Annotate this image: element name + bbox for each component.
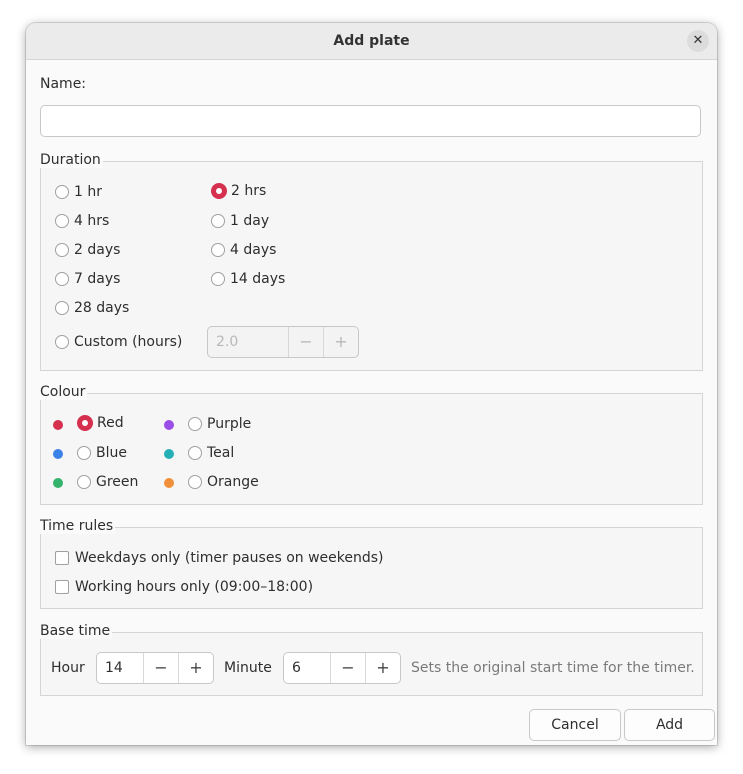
hour-value[interactable]: 14 [97,653,143,683]
add-plate-dialog: Add plate ✕ Name: Duration 1 hr 2 hrs 4 … [26,23,717,745]
colour-radio-orange[interactable]: Orange [188,474,259,490]
radio-unchecked-icon [77,475,91,489]
radio-checked-icon [211,183,227,199]
minus-icon: − [288,327,323,357]
duration-radio-1hr[interactable]: 1 hr [55,184,102,200]
radio-unchecked-icon [188,446,202,460]
minute-spinner: 6 − + [283,652,401,684]
titlebar: Add plate ✕ [26,23,717,60]
colour-radio-green[interactable]: Green [77,474,138,490]
duration-radio-7days[interactable]: 7 days [55,271,120,287]
add-button[interactable]: Add [624,709,715,741]
hour-spinner: 14 − + [96,652,214,684]
checkbox-unchecked-icon [55,580,69,594]
base-time-hint: Sets the original start time for the tim… [411,660,695,676]
radio-unchecked-icon [211,243,225,257]
time-rules-legend: Time rules [40,518,116,534]
colour-radio-red[interactable]: Red [77,415,124,431]
name-label: Name: [40,76,87,92]
name-input[interactable] [40,105,701,137]
colour-radio-blue[interactable]: Blue [77,445,127,461]
radio-unchecked-icon [55,214,69,228]
radio-unchecked-icon [55,243,69,257]
close-icon[interactable]: ✕ [687,30,709,52]
minute-label: Minute [224,660,272,676]
duration-legend: Duration [40,152,103,168]
cancel-button[interactable]: Cancel [529,709,621,741]
checkbox-unchecked-icon [55,551,69,565]
plus-icon: + [323,327,358,357]
hour-plus-icon[interactable]: + [178,653,213,683]
duration-radio-2days[interactable]: 2 days [55,242,120,258]
radio-unchecked-icon [55,185,69,199]
base-time-legend: Base time [40,623,113,639]
duration-radio-2hrs[interactable]: 2 hrs [211,183,266,199]
duration-radio-28days[interactable]: 28 days [55,300,129,316]
duration-radio-4days[interactable]: 4 days [211,242,276,258]
radio-unchecked-icon [211,214,225,228]
minute-value[interactable]: 6 [284,653,330,683]
radio-unchecked-icon [77,446,91,460]
purple-swatch-icon [164,420,174,430]
green-swatch-icon [53,478,63,488]
blue-swatch-icon [53,449,63,459]
duration-radio-4hrs[interactable]: 4 hrs [55,213,109,229]
radio-checked-icon [77,415,93,431]
duration-radio-custom[interactable]: Custom (hours) [55,334,182,350]
orange-swatch-icon [164,478,174,488]
weekdays-only-checkbox[interactable]: Weekdays only (timer pauses on weekends) [55,550,384,566]
radio-unchecked-icon [211,272,225,286]
hour-minus-icon[interactable]: − [143,653,178,683]
duration-radio-14days[interactable]: 14 days [211,271,285,287]
dialog-title: Add plate [333,33,410,49]
colour-group [40,393,703,505]
custom-hours-spinner: 2.0 − + [207,326,359,358]
hour-label: Hour [51,660,85,676]
custom-hours-value: 2.0 [216,334,239,350]
minute-minus-icon[interactable]: − [330,653,365,683]
radio-unchecked-icon [188,475,202,489]
colour-legend: Colour [40,384,88,400]
teal-swatch-icon [164,449,174,459]
duration-radio-1day[interactable]: 1 day [211,213,269,229]
working-hours-only-checkbox[interactable]: Working hours only (09:00–18:00) [55,579,313,595]
time-rules-group [40,527,703,609]
colour-radio-purple[interactable]: Purple [188,416,251,432]
radio-unchecked-icon [188,417,202,431]
radio-unchecked-icon [55,335,69,349]
colour-radio-teal[interactable]: Teal [188,445,234,461]
radio-unchecked-icon [55,301,69,315]
minute-plus-icon[interactable]: + [365,653,400,683]
radio-unchecked-icon [55,272,69,286]
red-swatch-icon [53,420,63,430]
